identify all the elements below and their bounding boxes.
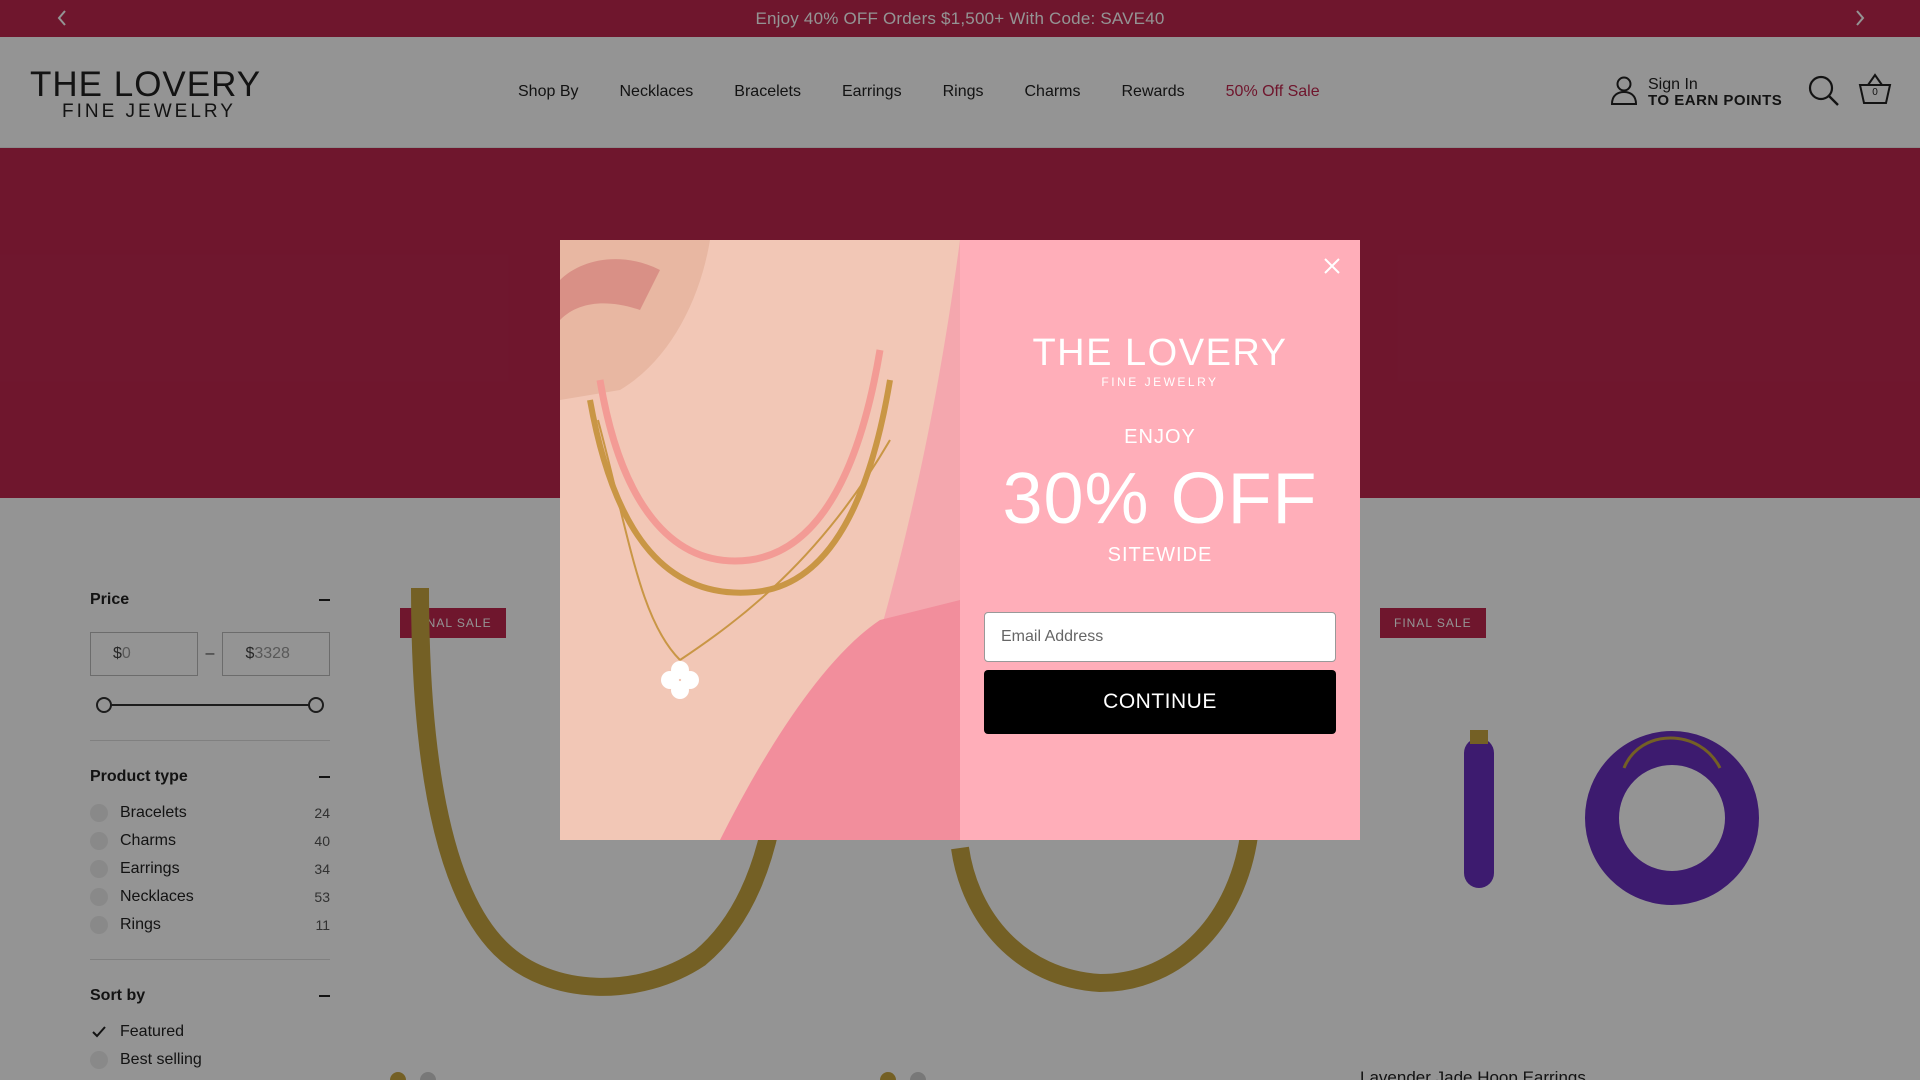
modal-logo-sub: FINE JEWELRY <box>1101 375 1219 389</box>
modal-logo-main: THE LOVERY <box>1032 332 1288 374</box>
continue-button[interactable]: CONTINUE <box>984 670 1336 734</box>
enjoy-label: ENJOY <box>1124 426 1196 448</box>
close-icon[interactable] <box>1318 252 1346 280</box>
signup-panel: THE LOVERY FINE JEWELRY ENJOY 30% OFF SI… <box>960 240 1360 840</box>
offer-headline: 30% OFF <box>1002 459 1318 539</box>
discount-popup: THE LOVERY FINE JEWELRY ENJOY 30% OFF SI… <box>560 240 1360 840</box>
sitewide-label: SITEWIDE <box>1107 544 1213 566</box>
modal-logo: THE LOVERY FINE JEWELRY <box>960 332 1360 389</box>
email-field[interactable] <box>984 612 1336 662</box>
model-photo <box>560 240 960 840</box>
